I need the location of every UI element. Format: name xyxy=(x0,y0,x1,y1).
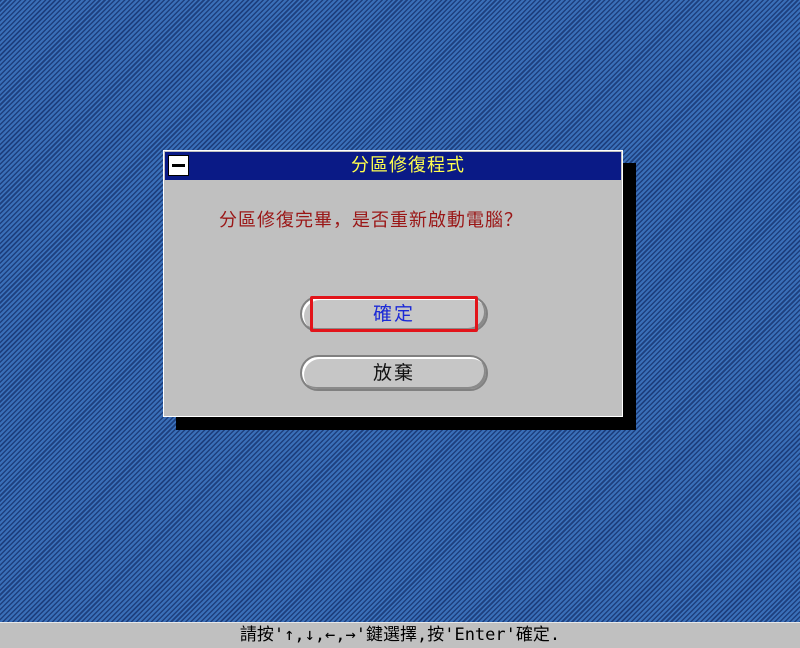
dialog-message: 分區修復完畢，是否重新啟動電腦？ xyxy=(219,210,523,231)
partition-repair-dialog: 分區修復程式 分區修復完畢，是否重新啟動電腦？ 確定 放棄 xyxy=(163,150,623,417)
cancel-button[interactable]: 放棄 xyxy=(300,355,488,391)
keyboard-hint: 請按'↑,↓,←,→'鍵選擇,按'Enter'確定. xyxy=(239,625,561,645)
focus-ring xyxy=(310,296,478,332)
minus-icon xyxy=(172,164,185,167)
cancel-button-label: 放棄 xyxy=(372,362,415,384)
system-menu-icon[interactable] xyxy=(168,155,189,176)
dialog-title: 分區修復程式 xyxy=(351,155,465,176)
status-bar: 請按'↑,↓,←,→'鍵選擇,按'Enter'確定. xyxy=(0,622,800,648)
confirm-button[interactable]: 確定 xyxy=(300,296,488,332)
dialog-titlebar: 分區修復程式 xyxy=(165,152,621,180)
